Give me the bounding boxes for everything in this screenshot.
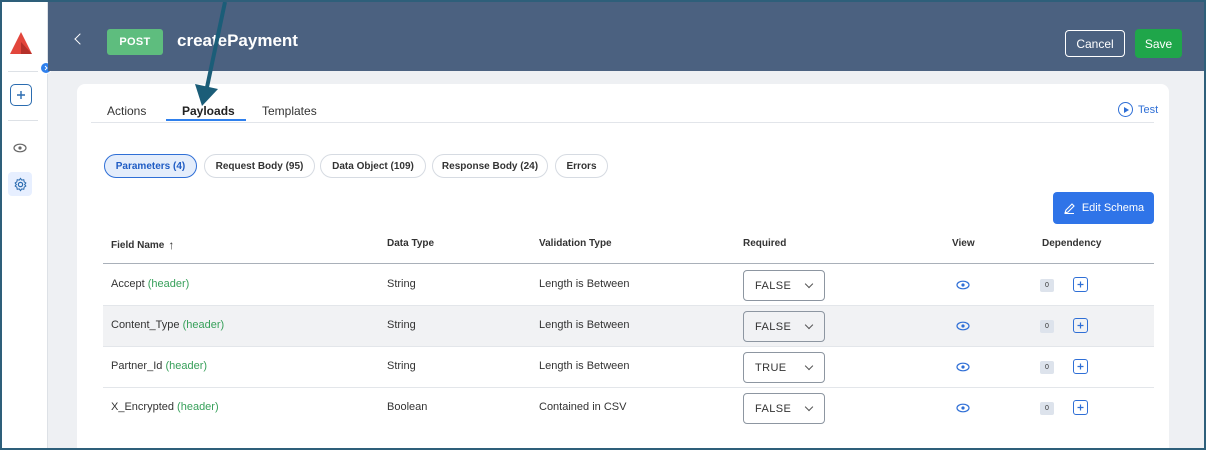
col-dependency: Dependency: [1042, 238, 1102, 249]
data-type-cell: String: [387, 319, 416, 331]
dependency-count-badge: 0: [1040, 279, 1054, 292]
tab-actions[interactable]: Actions: [107, 104, 146, 118]
plus-box-icon[interactable]: [1073, 400, 1088, 415]
required-select[interactable]: FALSE: [743, 311, 825, 342]
edit-schema-label: Edit Schema: [1081, 202, 1145, 214]
field-name-cell: Accept (header): [111, 278, 190, 290]
rail-divider: [8, 71, 38, 72]
payload-card: Actions Payloads Templates Test Paramete…: [77, 84, 1169, 448]
rail-divider: [8, 120, 38, 121]
method-badge: POST: [107, 29, 163, 55]
annotation-arrow: [195, 2, 227, 106]
filter-errors[interactable]: Errors: [555, 154, 608, 178]
add-box-icon[interactable]: [10, 84, 32, 106]
filter-parameters[interactable]: Parameters (4): [104, 154, 197, 178]
tab-templates[interactable]: Templates: [262, 104, 317, 118]
validation-type-cell: Length is Between: [539, 319, 630, 331]
eye-icon[interactable]: [956, 320, 970, 332]
dependency-count-badge: 0: [1040, 320, 1054, 333]
table-header: Field Name ↑ Data Type Validation Type R…: [103, 236, 1154, 264]
filter-request-body[interactable]: Request Body (95): [204, 154, 315, 178]
col-field-name[interactable]: Field Name ↑: [111, 238, 174, 252]
data-type-cell: Boolean: [387, 401, 428, 413]
sort-arrow-up-icon[interactable]: ↑: [168, 238, 174, 252]
field-name-cell: Partner_Id (header): [111, 360, 208, 372]
col-validation-type: Validation Type: [539, 238, 612, 249]
gear-icon[interactable]: [8, 172, 32, 196]
tab-divider: [91, 122, 1154, 123]
app-logo-shade: [21, 42, 32, 54]
table-row[interactable]: Content_Type (header) String Length is B…: [103, 306, 1154, 347]
active-tab-indicator: [166, 119, 246, 121]
filter-data-object[interactable]: Data Object (109): [320, 154, 426, 178]
plus-box-icon[interactable]: [1073, 277, 1088, 292]
play-circle-icon: [1118, 102, 1133, 117]
edit-schema-button[interactable]: Edit Schema: [1053, 192, 1154, 224]
validation-type-cell: Contained in CSV: [539, 401, 627, 413]
validation-type-cell: Length is Between: [539, 360, 630, 372]
cancel-button[interactable]: Cancel: [1065, 30, 1125, 57]
eye-icon[interactable]: [11, 139, 29, 157]
required-select[interactable]: FALSE: [743, 270, 825, 301]
validation-type-cell: Length is Between: [539, 278, 630, 290]
field-name-cell: Content_Type (header): [111, 319, 225, 331]
required-select[interactable]: FALSE: [743, 393, 825, 424]
chevron-down-icon: [804, 320, 814, 330]
plus-box-icon[interactable]: [1073, 318, 1088, 333]
col-data-type: Data Type: [387, 238, 435, 249]
field-name-cell: X_Encrypted (header): [111, 401, 219, 413]
pencil-icon: [1063, 202, 1075, 214]
eye-icon[interactable]: [956, 402, 970, 414]
filter-response-body[interactable]: Response Body (24): [432, 154, 548, 178]
data-type-cell: String: [387, 360, 416, 372]
col-required: Required: [743, 238, 787, 249]
eye-icon[interactable]: [956, 361, 970, 373]
required-select[interactable]: TRUE: [743, 352, 825, 383]
back-chevron-icon[interactable]: [74, 33, 86, 45]
dependency-count-badge: 0: [1040, 402, 1054, 415]
table-row[interactable]: Accept (header) String Length is Between…: [103, 265, 1154, 306]
table-row[interactable]: Partner_Id (header) String Length is Bet…: [103, 347, 1154, 388]
data-type-cell: String: [387, 278, 416, 290]
chevron-down-icon: [804, 402, 814, 412]
chevron-down-icon: [804, 361, 814, 371]
test-button[interactable]: Test: [1118, 102, 1158, 117]
app-window: POST createPayment Cancel Save Actions P…: [0, 0, 1206, 450]
eye-icon[interactable]: [956, 279, 970, 291]
plus-box-icon[interactable]: [1073, 359, 1088, 374]
test-label: Test: [1138, 103, 1159, 116]
save-button[interactable]: Save: [1135, 29, 1182, 58]
table-row[interactable]: X_Encrypted (header) Boolean Contained i…: [103, 388, 1154, 429]
dependency-count-badge: 0: [1040, 361, 1054, 374]
chevron-down-icon: [804, 279, 814, 289]
col-view: View: [952, 238, 975, 249]
